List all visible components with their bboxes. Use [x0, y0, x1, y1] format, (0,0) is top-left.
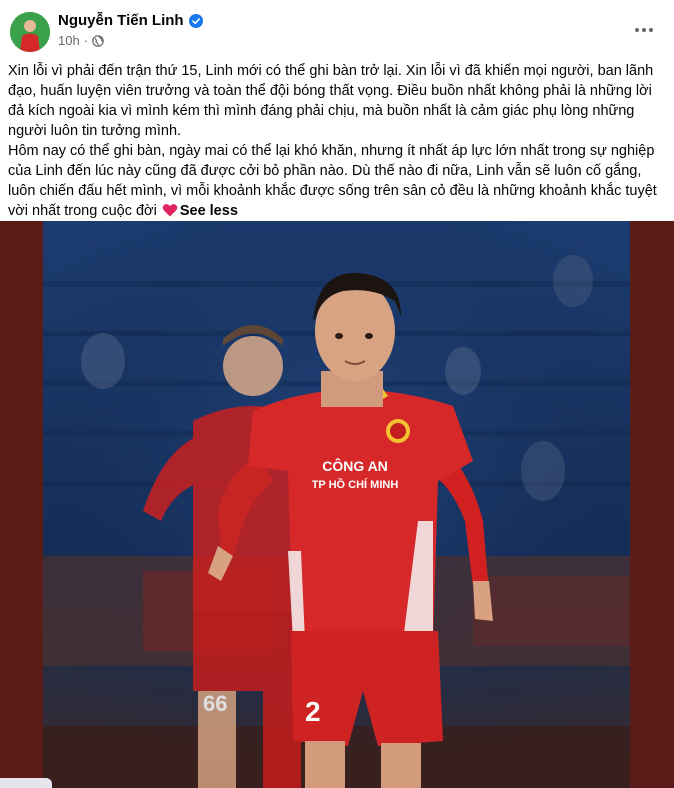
post-more-options-button[interactable]: [628, 14, 660, 46]
ellipsis-icon-dot: [642, 28, 646, 32]
ellipsis-icon-dot: [635, 28, 639, 32]
post-body: Xin lỗi vì phải đến trận thứ 15, Linh mớ…: [8, 61, 666, 221]
author-name[interactable]: Nguyễn Tiến Linh: [58, 12, 184, 29]
jersey-text-line1: CÔNG AN: [322, 457, 388, 474]
post-paragraph-2: Hôm nay có thể ghi bàn, ngày mai có thể …: [8, 141, 666, 221]
post-header: Nguyễn Tiến Linh 10h ·: [0, 0, 674, 60]
media-corner-overlay: [0, 778, 52, 788]
player-shorts-number: 2: [305, 696, 321, 727]
ellipsis-icon-dot: [649, 28, 653, 32]
jersey-text-line2: TP HỒ CHÍ MINH: [312, 478, 399, 491]
see-less-link[interactable]: See less: [180, 203, 238, 219]
red-heart-emoji-icon: [162, 204, 178, 217]
post-photo[interactable]: 66 CÔNG AN TP HỒ CHÍ MINH 2: [43, 221, 630, 788]
post-paragraph-2-text: Hôm nay có thể ghi bàn, ngày mai có thể …: [8, 143, 657, 219]
avatar-image: [10, 12, 50, 52]
football-player-photo: 66 CÔNG AN TP HỒ CHÍ MINH 2: [43, 221, 630, 788]
globe-icon[interactable]: [92, 34, 104, 47]
author-row: Nguyễn Tiến Linh: [58, 12, 203, 29]
verified-badge-icon: [188, 13, 203, 28]
teammate-number: 66: [203, 691, 227, 716]
post-paragraph-1: Xin lỗi vì phải đến trận thứ 15, Linh mớ…: [8, 63, 654, 139]
post-photo-container[interactable]: 66 CÔNG AN TP HỒ CHÍ MINH 2: [0, 221, 674, 788]
author-avatar[interactable]: [10, 12, 50, 52]
post-meta: 10h ·: [58, 33, 104, 48]
separator-dot: ·: [83, 33, 89, 48]
post-time[interactable]: 10h: [58, 33, 80, 48]
